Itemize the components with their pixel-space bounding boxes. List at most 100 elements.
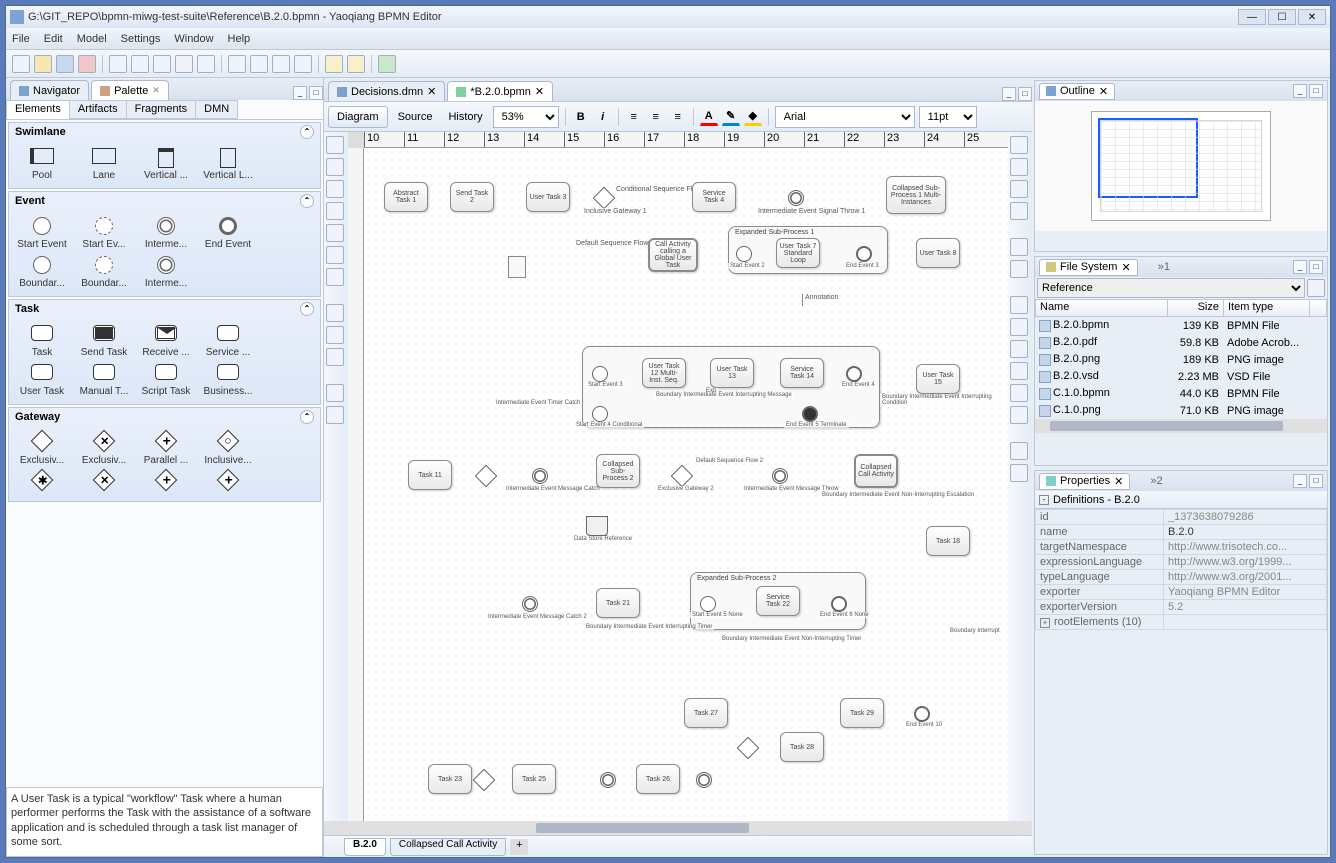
rtool-6-icon[interactable]: [1010, 406, 1028, 424]
bottom-tab-collapsed-call[interactable]: Collapsed Call Activity: [390, 838, 506, 856]
new-icon[interactable]: [12, 55, 30, 73]
close-button[interactable]: ✕: [1298, 9, 1326, 25]
palette-end-event[interactable]: End Event: [197, 214, 259, 253]
line-color-icon[interactable]: ✎: [722, 108, 740, 126]
filesystem-up-icon[interactable]: [1307, 279, 1325, 297]
collapse-icon[interactable]: ⌃: [300, 125, 314, 139]
node-user-task-3[interactable]: User Task 3: [526, 182, 570, 212]
palette-task[interactable]: Task: [11, 322, 73, 361]
filesystem-path-select[interactable]: Reference: [1037, 278, 1305, 298]
tool-7-icon[interactable]: [326, 268, 344, 286]
node-intermediate-event-signal[interactable]: [788, 190, 804, 206]
tool-4-icon[interactable]: [326, 202, 344, 220]
mode-history-button[interactable]: History: [442, 111, 488, 123]
menu-file[interactable]: File: [12, 33, 30, 45]
node-task-27[interactable]: Task 27: [684, 698, 728, 728]
palette-start-event[interactable]: Start Event: [11, 214, 73, 253]
menu-settings[interactable]: Settings: [121, 33, 161, 45]
save-icon[interactable]: [56, 55, 74, 73]
filesystem-scrollbar[interactable]: [1035, 419, 1327, 433]
close-icon[interactable]: ✕: [535, 85, 544, 98]
mode-source-button[interactable]: Source: [392, 111, 439, 123]
rtool-pointer-icon[interactable]: [1010, 238, 1028, 256]
node-intermediate-bottom-2[interactable]: [696, 772, 712, 788]
tool-11-icon[interactable]: [326, 384, 344, 402]
node-intermediate-msg-catch[interactable]: [532, 468, 548, 484]
node-collapsed-call-activity[interactable]: Collapsed Call Activity: [854, 454, 898, 488]
palette-exclusive-gateway-x[interactable]: Exclusiv...: [73, 430, 135, 469]
node-gateway-inclusive-1[interactable]: [593, 187, 616, 210]
node-data-object[interactable]: [508, 256, 526, 278]
minimize-editor-button[interactable]: _: [1002, 87, 1016, 101]
node-call-activity[interactable]: Call Activity calling a Global User Task: [648, 238, 698, 272]
palette-script-task[interactable]: Script Task: [135, 361, 197, 400]
node-intermediate-msg-throw[interactable]: [772, 468, 788, 484]
property-row[interactable]: nameB.2.0: [1036, 525, 1327, 540]
node-user-task-13[interactable]: User Task 13: [710, 358, 754, 388]
node-task-18[interactable]: Task 18: [926, 526, 970, 556]
tool-5-icon[interactable]: [326, 224, 344, 242]
align-center-icon[interactable]: ≡: [647, 108, 665, 126]
horizontal-scrollbar[interactable]: [324, 821, 1032, 835]
property-row[interactable]: expressionLanguagehttp://www.w3.org/1999…: [1036, 555, 1327, 570]
align-left-icon[interactable]: ≡: [625, 108, 643, 126]
property-row[interactable]: exporterYaoqiang BPMN Editor: [1036, 585, 1327, 600]
node-intermediate-bottom[interactable]: [600, 772, 616, 788]
menu-help[interactable]: Help: [228, 33, 251, 45]
palette-boundary-event[interactable]: Boundar...: [11, 253, 73, 292]
node-end-event-3[interactable]: [856, 246, 872, 262]
close-icon[interactable]: ✕: [152, 85, 160, 96]
filesystem-row[interactable]: B.2.0.pdf59.8 KBAdobe Acrob...: [1035, 334, 1327, 351]
filesystem-tab[interactable]: File System ✕: [1039, 259, 1138, 276]
node-task-23[interactable]: Task 23: [428, 764, 472, 794]
property-row[interactable]: targetNamespacehttp://www.trisotech.co..…: [1036, 540, 1327, 555]
node-user-task-8[interactable]: User Task 8: [916, 238, 960, 268]
filesystem-header[interactable]: Name Size Item type: [1035, 299, 1327, 317]
subtab-dmn[interactable]: DMN: [195, 100, 238, 119]
tool-8-icon[interactable]: [326, 304, 344, 322]
palette-receive-task[interactable]: Receive ...: [135, 322, 197, 361]
palette-parallel-eventbased-gateway2[interactable]: [197, 469, 259, 497]
rtool-hand-icon[interactable]: [1010, 260, 1028, 278]
tool-1-icon[interactable]: [326, 136, 344, 154]
run-icon[interactable]: [378, 55, 396, 73]
zoom-select[interactable]: 53%: [493, 106, 559, 128]
mode-diagram-button[interactable]: Diagram: [328, 106, 388, 128]
palette-exclusive-gateway[interactable]: Exclusiv...: [11, 430, 73, 469]
minimize-panel-button[interactable]: _: [293, 86, 307, 100]
maximize-editor-button[interactable]: □: [1018, 87, 1032, 101]
close-icon[interactable]: ✕: [1099, 85, 1108, 98]
palette-start-event-ni[interactable]: Start Ev...: [73, 214, 135, 253]
node-collapsed-subprocess-2[interactable]: Collapsed Sub-Process 2: [596, 454, 640, 488]
node-end-event-6[interactable]: [831, 596, 847, 612]
close-icon[interactable]: ✕: [427, 85, 436, 98]
outline-minimap[interactable]: [1091, 111, 1271, 221]
remove-icon[interactable]: [294, 55, 312, 73]
maximize-panel-button[interactable]: □: [309, 86, 323, 100]
node-task-25[interactable]: Task 25: [512, 764, 556, 794]
node-collapsed-subprocess-1[interactable]: Collapsed Sub-Process 1 Multi-Instances: [886, 176, 946, 214]
outline-tab[interactable]: Outline ✕: [1039, 83, 1115, 100]
collapse-icon[interactable]: ⌃: [300, 194, 314, 208]
node-service-task-14[interactable]: Service Task 14: [780, 358, 824, 388]
node-gateway-bottom-2[interactable]: [473, 769, 496, 792]
palette-intermediate-event[interactable]: Interme...: [135, 214, 197, 253]
palette-lane[interactable]: Lane: [73, 145, 135, 184]
bold-icon[interactable]: B: [572, 108, 590, 126]
node-gateway-bottom[interactable]: [737, 737, 760, 760]
menu-model[interactable]: Model: [77, 33, 107, 45]
rtool-zoom-out-icon[interactable]: [1010, 318, 1028, 336]
filesystem-row[interactable]: C.1.0.png71.0 KBPNG image: [1035, 402, 1327, 419]
undo-icon[interactable]: [325, 55, 343, 73]
navigator-tab[interactable]: Navigator: [10, 80, 89, 100]
rtool-fit-icon[interactable]: [1010, 340, 1028, 358]
paste-icon[interactable]: [175, 55, 193, 73]
subtab-elements[interactable]: Elements: [6, 100, 70, 119]
open-icon[interactable]: [34, 55, 52, 73]
tool-6-icon[interactable]: [326, 246, 344, 264]
palette-send-task[interactable]: Send Task: [73, 322, 135, 361]
print-icon[interactable]: [109, 55, 127, 73]
titlebar[interactable]: G:\GIT_REPO\bpmn-miwg-test-suite\Referen…: [6, 6, 1330, 28]
minimize-button[interactable]: —: [1238, 9, 1266, 25]
node-start-event-3[interactable]: [592, 366, 608, 382]
